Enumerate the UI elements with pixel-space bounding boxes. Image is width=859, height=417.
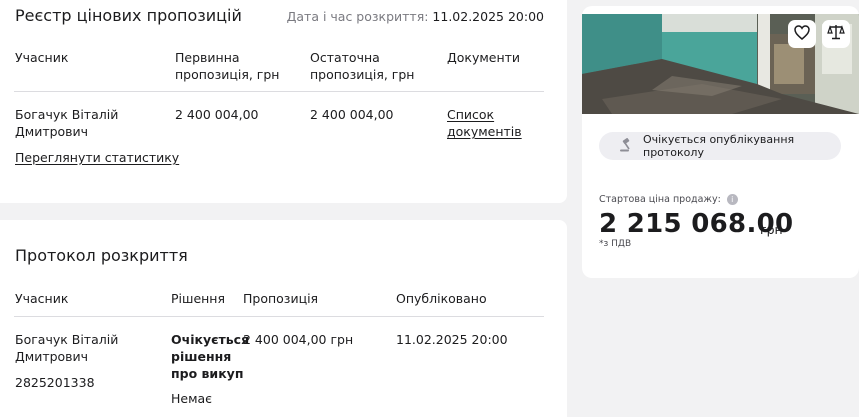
col-initial-offer: Первинна пропозиція, грн: [175, 49, 279, 83]
participant-name: Богачук Віталій Дмитрович: [15, 106, 118, 140]
participant-id: 2825201338: [15, 375, 95, 390]
protocol-status-badge: Очікується опублікування протоколу: [599, 132, 841, 160]
col-documents: Документи: [447, 50, 521, 65]
decision-none: Немає: [171, 391, 213, 406]
documents-link-line2: документів: [447, 124, 522, 139]
protocol-status-text: Очікується опублікування протоколу: [643, 133, 795, 159]
starting-price-label: Стартова ціна продажу: i: [599, 194, 738, 205]
compare-button[interactable]: [822, 20, 850, 48]
protocol-title: Протокол розкриття: [15, 246, 188, 265]
registry-title: Реєстр цінових пропозицій: [15, 6, 242, 25]
col-final-offer-line1: Остаточна: [310, 50, 380, 65]
offer-value: 2 400 004,00 грн: [243, 332, 354, 347]
decision-line3: про викуп: [171, 366, 244, 381]
initial-offer-value: 2 400 004,00: [175, 107, 259, 122]
header-divider: [14, 316, 544, 317]
starting-price-label-text: Стартова ціна продажу:: [599, 194, 721, 205]
decision-status: Очікується рішення про викуп: [171, 331, 249, 382]
scales-icon: [827, 24, 845, 44]
view-statistics-link[interactable]: Переглянути статистику: [15, 149, 179, 166]
price-offers-registry: Реєстр цінових пропозицій Дата і час роз…: [0, 0, 567, 203]
participant-name: Богачук Віталій Дмитрович: [15, 331, 118, 365]
lot-photo[interactable]: [582, 14, 859, 114]
opening-date: Дата і час розкриття: 11.02.2025 20:00: [287, 9, 544, 24]
final-offer-value: 2 400 004,00: [310, 107, 394, 122]
col-decision: Рішення: [171, 291, 226, 306]
documents-link-line1: Список: [447, 107, 495, 122]
gavel-icon: [619, 137, 643, 155]
header-divider: [14, 91, 544, 92]
published-date: 11.02.2025 20:00: [396, 332, 508, 347]
opening-date-label: Дата і час розкриття:: [286, 9, 429, 24]
col-published: Опубліковано: [396, 291, 487, 306]
col-initial-offer-line1: Первинна: [175, 50, 240, 65]
col-offer: Пропозиція: [243, 291, 319, 306]
price-currency: грн: [760, 222, 783, 237]
col-initial-offer-line2: пропозиція, грн: [175, 67, 280, 82]
participant-name-line1: Богачук Віталій: [15, 332, 119, 347]
lot-summary-card: Очікується опублікування протоколу Старт…: [582, 6, 859, 278]
vat-note: *з ПДВ: [599, 239, 632, 249]
col-participant: Учасник: [15, 50, 69, 65]
participant-name-line2: Дмитрович: [15, 349, 89, 364]
heart-icon: [794, 24, 810, 44]
decision-line1: Очікується: [171, 332, 250, 347]
info-icon[interactable]: i: [726, 194, 738, 205]
opening-date-value: 11.02.2025 20:00: [432, 9, 544, 24]
decision-line2: рішення: [171, 349, 232, 364]
favorite-button[interactable]: [788, 20, 816, 48]
col-final-offer: Остаточна пропозиція, грн: [310, 49, 414, 83]
col-final-offer-line2: пропозиція, грн: [310, 67, 415, 82]
participant-name-line2: Дмитрович: [15, 124, 89, 139]
participant-name-line1: Богачук Віталій: [15, 107, 119, 122]
documents-list-link[interactable]: Список документів: [447, 106, 522, 140]
col-participant: Учасник: [15, 291, 69, 306]
opening-protocol: Протокол розкриття Учасник Рішення Пропо…: [0, 220, 567, 417]
